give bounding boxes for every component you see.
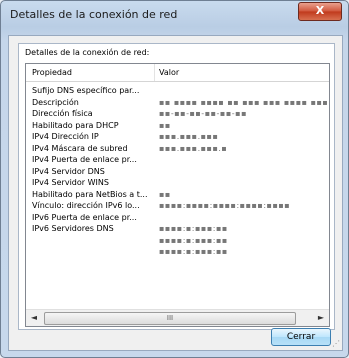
details-group: Detalles de la conexión de red: Propieda… [18,43,335,330]
dialog-window: Detalles de la conexión de red X Detalle… [0,0,349,358]
table-row[interactable]: ▪▪▪▪:▪:▪▪▪:▪▪ [26,236,329,248]
table-row[interactable]: Sufijo DNS específico par... [26,86,329,98]
row-property: IPv4 Puerta de enlace pr... [32,155,137,164]
row-property: IPv6 Puerta de enlace pr... [32,212,137,222]
details-list[interactable]: Propiedad Valor Sufijo DNS específico pa… [25,63,330,327]
group-label: Detalles de la conexión de red: [25,48,150,57]
row-property: IPv6 Servidores DNS [32,224,114,233]
scroll-left-arrow-icon[interactable]: ◄ [26,310,42,326]
table-row[interactable]: Dirección física ▪▪-▪▪-▪▪-▪▪-▪▪-▪▪ [26,109,329,121]
row-value: ▪▪▪▪:▪▪▪▪:▪▪▪▪:▪▪▪▪:▪▪▪▪ [159,201,291,210]
table-row[interactable]: IPv4 Puerta de enlace pr... [26,155,329,167]
row-property: Descripción [32,97,79,107]
table-row[interactable]: IPv4 Servidor DNS [26,167,329,179]
row-value: ▪▪ [159,120,171,130]
row-property: Vínculo: dirección IPv6 lo... [32,201,140,210]
window-title: Detalles de la conexión de red [10,8,178,21]
row-property: IPv4 Máscara de subred [32,143,128,153]
resize-grip-icon[interactable]: ⋰ [332,339,340,348]
column-divider[interactable] [154,64,155,81]
row-property: Sufijo DNS específico par... [32,86,140,95]
table-row[interactable]: ▪▪▪▪:▪:▪▪▪:▪▪ [26,247,329,259]
table-row[interactable]: IPv4 Servidor WINS [26,178,329,190]
row-property: Habilitado para NetBios a t... [32,189,148,199]
column-header-value[interactable]: Valor [159,68,179,77]
row-value: ▪▪-▪▪-▪▪-▪▪-▪▪-▪▪ [159,109,247,118]
dialog-client-area: Detalles de la conexión de red: Propieda… [8,35,343,351]
table-row[interactable]: Habilitado para NetBios a t... ▪▪ [26,190,329,202]
close-window-button[interactable]: X [298,2,342,21]
table-row[interactable]: IPv4 Máscara de subred ▪▪▪.▪▪▪.▪▪▪.▪ [26,144,329,156]
row-property: Habilitado para DHCP [32,120,119,130]
table-row[interactable]: IPv6 Puerta de enlace pr... [26,213,329,225]
row-value: ▪▪▪.▪▪▪.▪▪▪ [159,132,219,141]
table-row[interactable]: IPv4 Dirección IP ▪▪▪.▪▪▪.▪▪▪ [26,132,329,144]
row-value: ▪▪ ▪▪▪▪ ▪▪▪▪ ▪▪ ▪▪▪ ▪▪▪ ▪▪▪▪ ▪▪▪▪▪▪ ▪▪▪ [159,97,329,107]
scroll-thumb[interactable]: III [44,312,296,325]
row-value: ▪▪▪▪:▪:▪▪▪:▪▪ [159,247,228,256]
row-property: IPv4 Servidor DNS [32,166,105,176]
row-value: ▪▪▪▪:▪:▪▪▪:▪▪ [159,224,228,233]
row-property: IPv4 Servidor WINS [32,178,109,187]
list-rows: Sufijo DNS específico par... Descripción ▪… [26,86,329,259]
row-value: ▪▪▪.▪▪▪.▪▪▪.▪ [159,143,228,153]
horizontal-scrollbar[interactable]: ◄ III ► [26,309,329,326]
title-bar[interactable]: Detalles de la conexión de red X [1,1,348,29]
table-row[interactable]: Habilitado para DHCP ▪▪ [26,121,329,133]
table-row[interactable]: IPv6 Servidores DNS ▪▪▪▪:▪:▪▪▪:▪▪ [26,224,329,236]
cerrar-button[interactable]: Cerrar [271,328,331,346]
table-row[interactable]: Vínculo: dirección IPv6 lo... ▪▪▪▪:▪▪▪▪:▪… [26,201,329,213]
column-header-property[interactable]: Propiedad [32,68,72,77]
row-value: ▪▪ [159,189,171,199]
row-property: Dirección física [32,109,93,118]
scroll-right-arrow-icon[interactable]: ► [313,310,329,326]
row-value: ▪▪▪▪:▪:▪▪▪:▪▪ [159,235,228,245]
row-property: IPv4 Dirección IP [32,132,99,141]
table-row[interactable]: Descripción ▪▪ ▪▪▪▪ ▪▪▪▪ ▪▪ ▪▪▪ ▪▪▪ ▪▪▪▪ … [26,98,329,110]
list-header: Propiedad Valor [26,64,329,82]
